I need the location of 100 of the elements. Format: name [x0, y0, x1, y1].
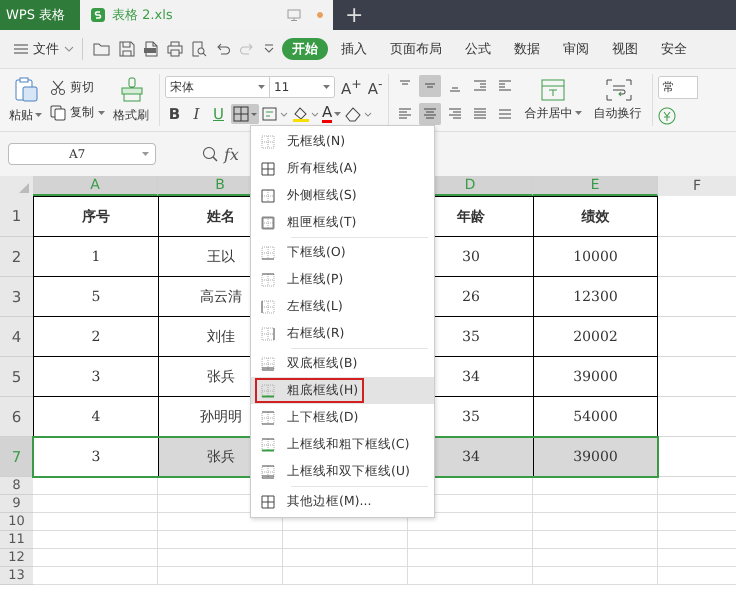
paste-label: 粘贴	[9, 106, 33, 124]
row-header[interactable]: 11	[0, 531, 33, 549]
currency-icon[interactable]	[658, 106, 676, 124]
conditional-format-icon[interactable]	[262, 106, 288, 122]
document-icon[interactable]	[143, 41, 159, 57]
table-cell: 4	[33, 397, 158, 437]
border-icon	[261, 188, 275, 202]
grow-font-button[interactable]: A$^{+}$	[341, 76, 362, 98]
grid-icon	[261, 162, 275, 176]
app-tab[interactable]: WPS 表格	[0, 0, 80, 30]
menu-item[interactable]: 粗底框线(H)	[251, 377, 434, 404]
folder-icon[interactable]	[93, 41, 111, 57]
caret-icon	[64, 46, 74, 52]
print-icon[interactable]	[167, 41, 183, 57]
caret-icon	[98, 110, 105, 114]
fill-color-icon[interactable]	[291, 105, 319, 123]
print-preview-icon[interactable]	[191, 41, 207, 57]
column-header[interactable]: F	[658, 176, 736, 196]
insert-function-button[interactable]: fx	[224, 144, 239, 164]
table-cell: 20002	[533, 317, 658, 357]
row-header[interactable]: 2	[0, 237, 33, 277]
row-header[interactable]: 13	[0, 567, 33, 585]
menu-item[interactable]: 其他边框(M)...	[251, 488, 434, 515]
row-header[interactable]: 10	[0, 513, 33, 531]
font-size-combo[interactable]: 11	[269, 76, 335, 98]
row-header[interactable]: 6	[0, 397, 33, 437]
save-icon[interactable]	[119, 41, 135, 57]
border-icon	[261, 464, 275, 478]
caret-icon	[258, 85, 265, 89]
border-icon	[261, 246, 275, 260]
italic-button[interactable]: I	[187, 105, 206, 123]
border-icon	[261, 134, 275, 148]
border-icon	[261, 384, 275, 398]
new-tab-button[interactable]: +	[345, 0, 364, 30]
brush-icon	[119, 76, 145, 102]
wrap-text-button[interactable]: 自动换行	[590, 78, 647, 122]
caret-icon[interactable]	[263, 43, 275, 55]
row-header[interactable]: 8	[0, 477, 33, 495]
table-cell: 1	[33, 237, 158, 277]
caret-icon	[323, 85, 330, 89]
copy-icon	[50, 104, 66, 120]
menu-icon	[14, 43, 28, 55]
border-icon	[261, 272, 275, 286]
undo-icon[interactable]	[215, 41, 231, 57]
row-header[interactable]: 1	[0, 196, 33, 237]
table-cell: 序号	[33, 196, 158, 237]
clipboard-icon	[12, 76, 38, 102]
file-menu[interactable]: 文件	[14, 40, 74, 58]
ribbon-tab[interactable]: 插入	[331, 38, 377, 60]
table-cell: 绩效	[533, 196, 658, 237]
border-icon	[261, 300, 275, 314]
table-cell: 12300	[533, 277, 658, 317]
row-header[interactable]: 12	[0, 549, 33, 567]
monitor-icon[interactable]	[287, 9, 301, 21]
caret-icon	[142, 152, 149, 156]
border-icon	[261, 410, 275, 424]
ribbon-tab[interactable]: 数据	[504, 38, 550, 60]
table-cell: 3	[33, 357, 158, 397]
menu-item[interactable]: 无框线(N)	[251, 128, 434, 155]
cut-button[interactable]: 剪切	[50, 79, 105, 96]
row-header[interactable]: 5	[0, 357, 33, 397]
ribbon-tab[interactable]: 安全	[651, 38, 697, 60]
bold-button[interactable]: B	[165, 105, 184, 123]
border-icon	[261, 216, 275, 230]
row-header[interactable]: 3	[0, 277, 33, 317]
font-combo[interactable]: 宋体	[165, 76, 270, 98]
ribbon-tab[interactable]: 审阅	[553, 38, 599, 60]
format-painter-button[interactable]: 格式刷	[110, 76, 154, 124]
number-format-combo[interactable]: 常	[658, 76, 698, 98]
file-name: 表格 2.xls	[112, 7, 174, 24]
border-icon	[261, 438, 275, 452]
table-cell: 39000	[533, 357, 658, 397]
name-box[interactable]: A7	[8, 143, 156, 165]
copy-button[interactable]: 复制	[50, 104, 105, 121]
align-center-button[interactable]	[418, 103, 441, 125]
ribbon-tab[interactable]: 视图	[602, 38, 648, 60]
grid-icon	[261, 494, 275, 508]
spreadsheet-icon	[90, 7, 106, 23]
caret-icon	[334, 112, 342, 116]
borders-button[interactable]	[231, 104, 259, 124]
row-header[interactable]: 9	[0, 495, 33, 513]
shrink-font-button[interactable]: A$^{-}$	[368, 76, 383, 98]
merge-cells-icon	[541, 78, 566, 100]
ribbon-tab[interactable]: 公式	[455, 38, 501, 60]
table-cell: 54000	[533, 397, 658, 437]
ribbon-tab[interactable]: 页面布局	[380, 38, 452, 60]
scissors-icon	[50, 80, 66, 96]
table-cell: 10000	[533, 237, 658, 277]
wrap-text-label: 自动换行	[594, 104, 642, 122]
table-cell: 39000	[533, 437, 658, 477]
eraser-icon[interactable]	[344, 106, 372, 122]
row-header[interactable]: 4	[0, 317, 33, 357]
ribbon-tab[interactable]: 开始	[282, 38, 328, 60]
align-middle-button[interactable]	[418, 75, 441, 97]
border-icon	[261, 326, 275, 340]
merge-center-button[interactable]: 合并居中	[522, 78, 585, 122]
caret-icon	[35, 113, 42, 117]
table-cell: 2	[33, 317, 158, 357]
paste-button[interactable]: 粘贴	[6, 76, 45, 124]
search-icon[interactable]	[202, 146, 218, 162]
